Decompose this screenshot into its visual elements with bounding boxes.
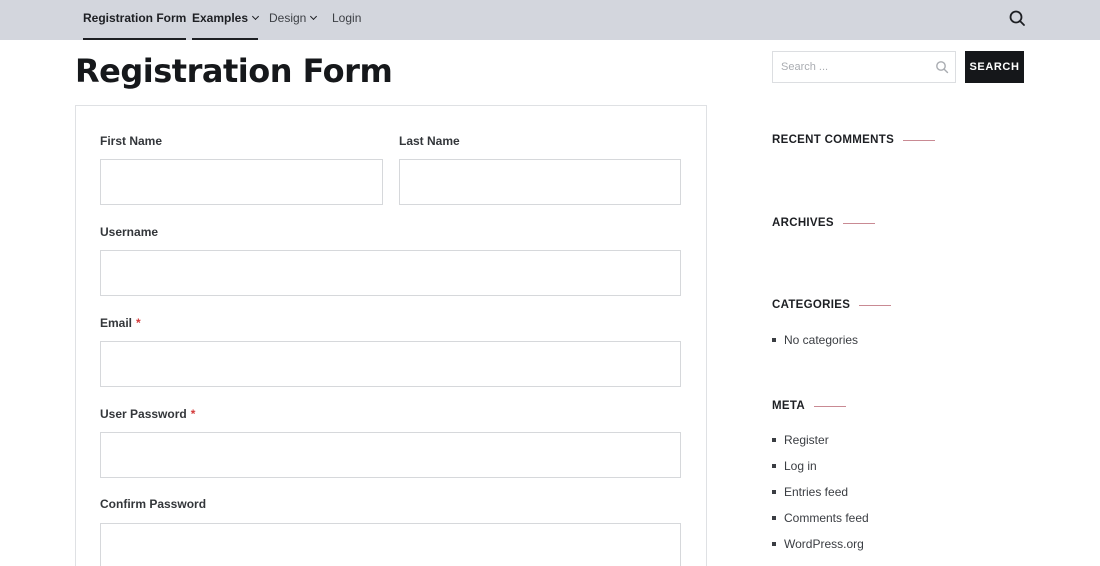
password-label: User Password * [100,407,196,421]
required-marker: * [190,407,196,421]
first-name-label: First Name [100,134,163,148]
title-divider [859,304,892,306]
first-name-field[interactable] [100,159,383,205]
search-button[interactable]: SEARCH [965,51,1024,83]
meta-link-register[interactable]: Register [772,433,869,459]
password-field[interactable] [100,432,681,478]
title-divider [903,139,936,141]
top-navigation-bar: Registration Form Examples Design Login [0,0,1100,40]
confirm-password-field[interactable] [100,523,681,566]
widget-title-meta: META [772,400,846,412]
nav-item-design[interactable]: Design [269,0,318,40]
page-title: Registration Form [75,52,393,90]
search-icon [935,60,949,74]
sidebar-search-box [772,51,956,83]
nav-item-login[interactable]: Login [332,0,361,40]
nav-item-examples[interactable]: Examples [192,0,260,40]
widget-title-categories: CATEGORIES [772,299,892,311]
title-divider [813,405,846,407]
meta-link-entries-feed[interactable]: Entries feed [772,485,869,511]
chevron-down-icon [310,12,318,21]
search-icon[interactable] [1007,8,1027,28]
nav-item-label: Registration Form [83,11,187,25]
categories-list: No categories [772,333,858,359]
email-label: Email * [100,316,141,330]
widget-title-archives: ARCHIVES [772,217,875,229]
nav-item-registration-form[interactable]: Registration Form [83,0,187,40]
title-divider [842,222,875,224]
last-name-label: Last Name [399,134,460,148]
registration-form: First Name Last Name Username Email * Use… [75,105,707,566]
meta-links-list: Register Log in Entries feed Comments fe… [772,433,869,563]
required-marker: * [136,316,141,330]
meta-link-wordpress-org[interactable]: WordPress.org [772,537,869,563]
search-input[interactable] [773,52,928,82]
nav-item-label: Login [332,11,362,25]
email-field[interactable] [100,341,681,387]
confirm-password-label: Confirm Password [100,497,207,511]
chevron-down-icon [252,12,260,21]
meta-link-log-in[interactable]: Log in [772,459,869,485]
last-name-field[interactable] [399,159,681,205]
widget-title-recent-comments: RECENT COMMENTS [772,134,936,146]
nav-item-label: Design [269,11,307,25]
list-item: No categories [772,333,858,359]
username-field[interactable] [100,250,681,296]
meta-link-comments-feed[interactable]: Comments feed [772,511,869,537]
username-label: Username [100,225,159,239]
nav-item-label: Examples [192,11,249,25]
